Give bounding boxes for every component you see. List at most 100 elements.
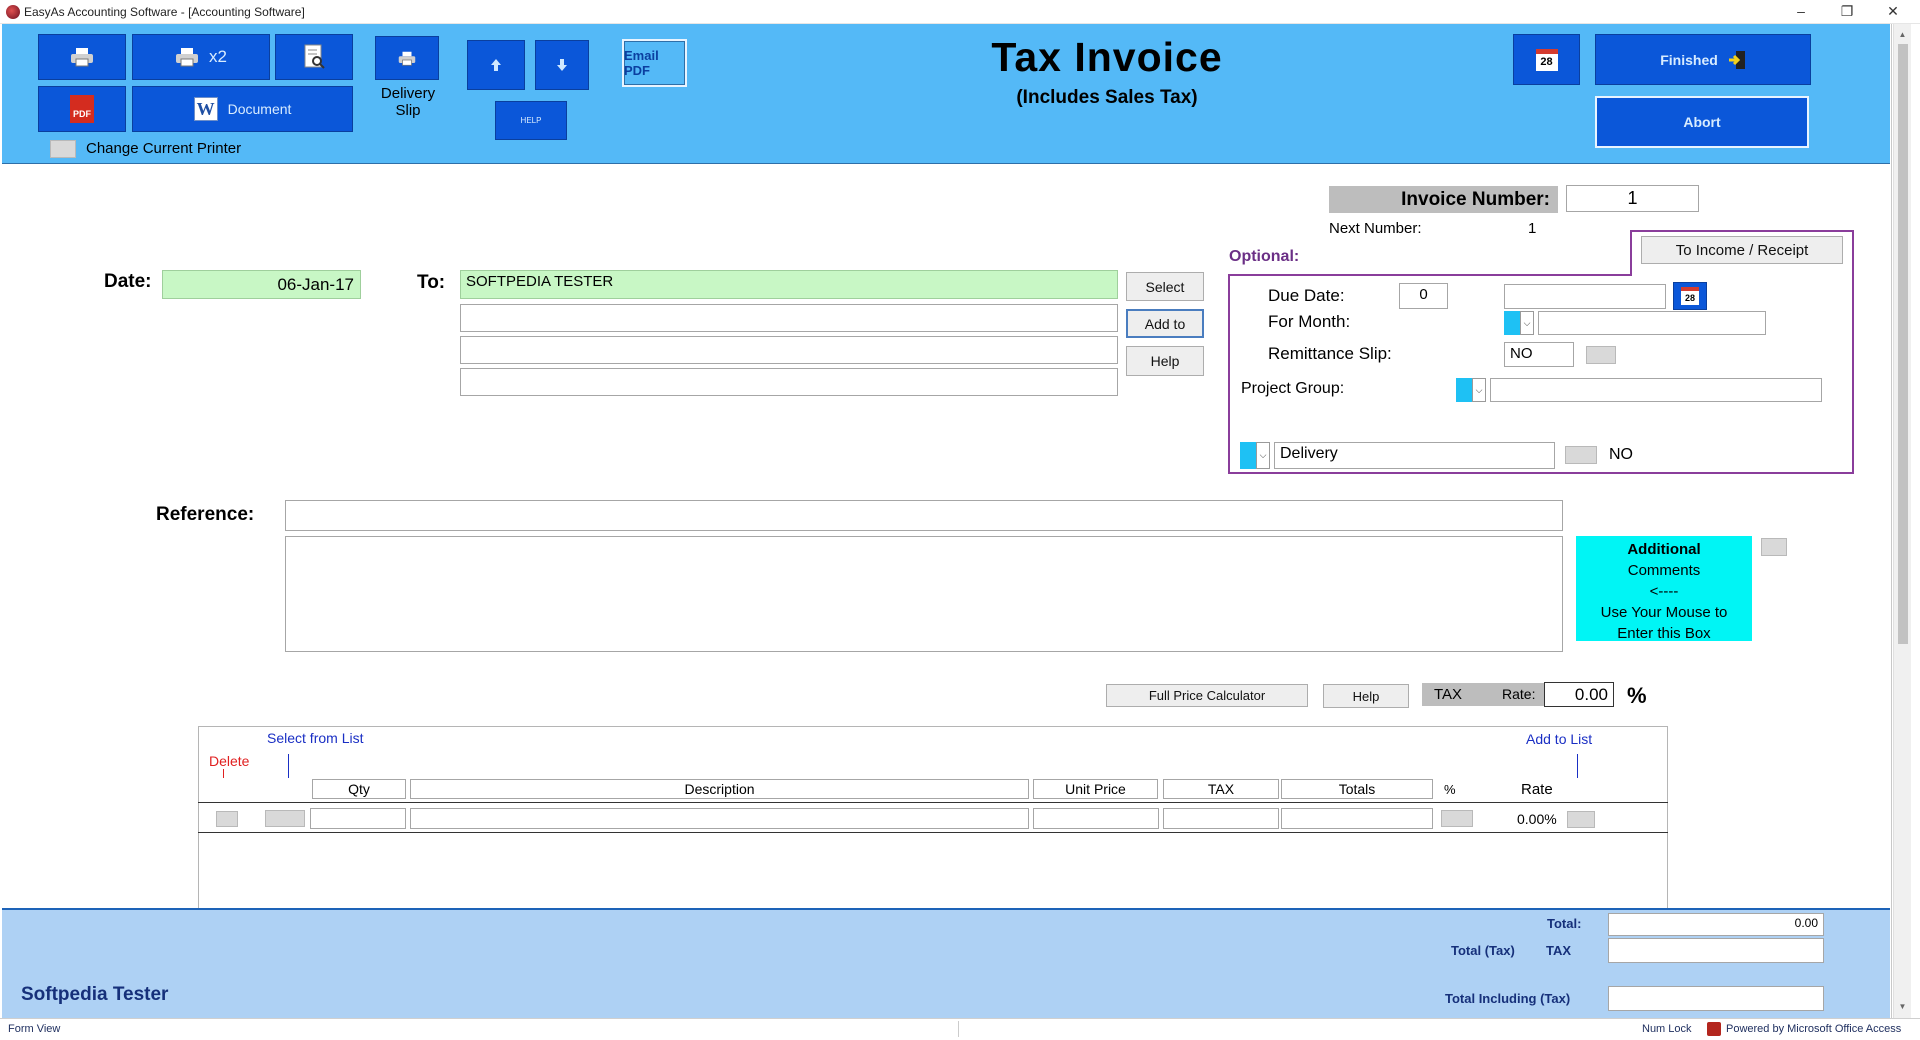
additional-comments-arrow: <---- xyxy=(1649,583,1679,600)
remittance-slip-label: Remittance Slip: xyxy=(1268,344,1392,363)
total-label: Total: xyxy=(1547,916,1582,931)
for-month-label: For Month: xyxy=(1268,312,1351,331)
reference-notes-field[interactable] xyxy=(285,536,1563,652)
total-field[interactable]: 0.00 xyxy=(1608,913,1824,936)
scroll-up-icon[interactable]: ▲ xyxy=(1895,30,1910,40)
for-month-dropdown[interactable]: ⌵ xyxy=(1504,311,1534,335)
row-percent-checkbox[interactable] xyxy=(1441,810,1473,827)
to-label: To: xyxy=(417,272,446,293)
window-titlebar: EasyAs Accounting Software - [Accounting… xyxy=(0,0,1920,24)
document-label: Document xyxy=(227,101,292,117)
print-preview-button[interactable] xyxy=(275,34,353,80)
vertical-scrollbar[interactable]: ▲ ▼ xyxy=(1893,24,1911,1018)
print-x2-button[interactable]: x2 xyxy=(132,34,270,80)
total-tax-field[interactable] xyxy=(1608,938,1824,963)
access-icon xyxy=(1707,1022,1721,1036)
reference-field[interactable] xyxy=(285,500,1563,531)
finished-button[interactable]: Finished xyxy=(1595,34,1811,85)
comments-checkbox[interactable] xyxy=(1761,538,1787,556)
scroll-down-icon[interactable]: ▼ xyxy=(1895,1002,1910,1012)
delete-label: Delete xyxy=(209,753,250,769)
row-rate-checkbox[interactable] xyxy=(1567,811,1595,828)
calendar-icon: 28 xyxy=(1535,48,1558,71)
delivery-slip-print-button[interactable] xyxy=(375,36,439,80)
move-up-button[interactable] xyxy=(467,40,525,90)
add-list-marker xyxy=(1577,754,1578,778)
date-field[interactable]: 06-Jan-17 xyxy=(162,270,361,299)
change-printer-checkbox[interactable] xyxy=(50,140,76,158)
column-header-totals: Totals xyxy=(1281,779,1433,799)
page-subtitle: (Includes Sales Tax) xyxy=(1016,87,1198,108)
add-to-button[interactable]: Add to xyxy=(1126,309,1204,338)
select-list-marker xyxy=(288,754,289,778)
scroll-thumb[interactable] xyxy=(1898,44,1908,644)
delivery-checkbox[interactable] xyxy=(1565,446,1597,464)
delivery-dropdown[interactable]: ⌵ xyxy=(1240,442,1270,469)
pdf-icon: PDF xyxy=(70,95,94,123)
row-tax-field[interactable] xyxy=(1163,808,1279,829)
row-unit-price-field[interactable] xyxy=(1033,808,1159,829)
close-button[interactable]: ✕ xyxy=(1870,0,1916,24)
abort-button[interactable]: Abort xyxy=(1595,96,1809,148)
arrow-down-icon xyxy=(557,59,567,71)
printer-icon xyxy=(398,51,416,66)
to-line-1[interactable]: SOFTPEDIA TESTER xyxy=(460,270,1118,299)
tax-rate-label: Rate: xyxy=(1502,686,1536,702)
customer-name: Softpedia Tester xyxy=(21,984,169,1005)
toolbar-help-button[interactable]: HELP xyxy=(495,101,567,140)
row-description-field[interactable] xyxy=(410,808,1029,829)
change-printer-label: Change Current Printer xyxy=(86,140,242,157)
email-pdf-button[interactable]: Email PDF xyxy=(622,39,687,87)
calc-help-button[interactable]: Help xyxy=(1323,684,1409,708)
invoice-number-field[interactable]: 1 xyxy=(1566,185,1699,212)
minimize-button[interactable]: – xyxy=(1778,0,1824,24)
to-line-4[interactable] xyxy=(460,368,1118,396)
word-document-button[interactable]: W Document xyxy=(132,86,353,132)
pdf-button[interactable]: PDF xyxy=(38,86,126,132)
column-header-percent: % xyxy=(1444,782,1456,797)
exit-door-icon xyxy=(1728,50,1745,69)
row-totals-field[interactable] xyxy=(1281,808,1433,829)
tax-rate-field[interactable]: 0.00 xyxy=(1544,682,1614,707)
print-button[interactable] xyxy=(38,34,126,80)
to-income-button[interactable]: To Income / Receipt xyxy=(1641,236,1843,264)
row-select-button[interactable] xyxy=(265,810,305,827)
due-date-calendar-button[interactable]: 28 xyxy=(1673,282,1707,310)
column-header-qty: Qty xyxy=(312,779,406,799)
powered-by: Powered by Microsoft Office Access xyxy=(1726,1023,1902,1035)
for-month-field[interactable] xyxy=(1538,311,1766,335)
status-divider xyxy=(958,1021,959,1037)
to-line-2[interactable] xyxy=(460,304,1118,332)
column-header-tax: TAX xyxy=(1163,779,1279,799)
project-group-dropdown[interactable]: ⌵ xyxy=(1456,378,1486,402)
row-delete-checkbox[interactable] xyxy=(216,811,238,827)
remittance-slip-field[interactable]: NO xyxy=(1504,342,1574,367)
project-group-field[interactable] xyxy=(1490,378,1822,402)
reference-label: Reference: xyxy=(156,504,255,525)
due-date-days-field[interactable]: 0 xyxy=(1399,283,1448,309)
tax-rate-tax-label: TAX xyxy=(1434,686,1463,703)
due-date-field[interactable] xyxy=(1504,284,1666,309)
page-title: Tax Invoice xyxy=(991,34,1223,80)
select-from-list-link[interactable]: Select from List xyxy=(267,730,363,746)
total-including-tax-field[interactable] xyxy=(1608,986,1824,1011)
invoice-number-label: Invoice Number: xyxy=(1329,186,1558,213)
additional-comments-line: Comments xyxy=(1627,562,1701,579)
column-header-description: Description xyxy=(410,779,1029,799)
column-header-rate: Rate xyxy=(1521,781,1553,798)
date-label: Date: xyxy=(104,271,152,292)
additional-comments-box[interactable]: Additional Comments <---- Use Your Mouse… xyxy=(1576,536,1752,642)
calendar-button[interactable]: 28 xyxy=(1513,34,1580,85)
app-icon xyxy=(6,5,20,19)
chevron-down-icon: ⌵ xyxy=(1520,311,1534,335)
full-price-calculator-button[interactable]: Full Price Calculator xyxy=(1106,684,1308,707)
row-qty-field[interactable] xyxy=(310,808,406,829)
to-line-3[interactable] xyxy=(460,336,1118,364)
restore-button[interactable]: ❐ xyxy=(1824,0,1870,24)
move-down-button[interactable] xyxy=(535,40,589,90)
delivery-field[interactable]: Delivery xyxy=(1274,442,1555,469)
add-to-list-link[interactable]: Add to List xyxy=(1526,731,1592,747)
remittance-checkbox[interactable] xyxy=(1586,346,1616,364)
to-help-button[interactable]: Help xyxy=(1126,346,1204,376)
select-button[interactable]: Select xyxy=(1126,272,1204,301)
